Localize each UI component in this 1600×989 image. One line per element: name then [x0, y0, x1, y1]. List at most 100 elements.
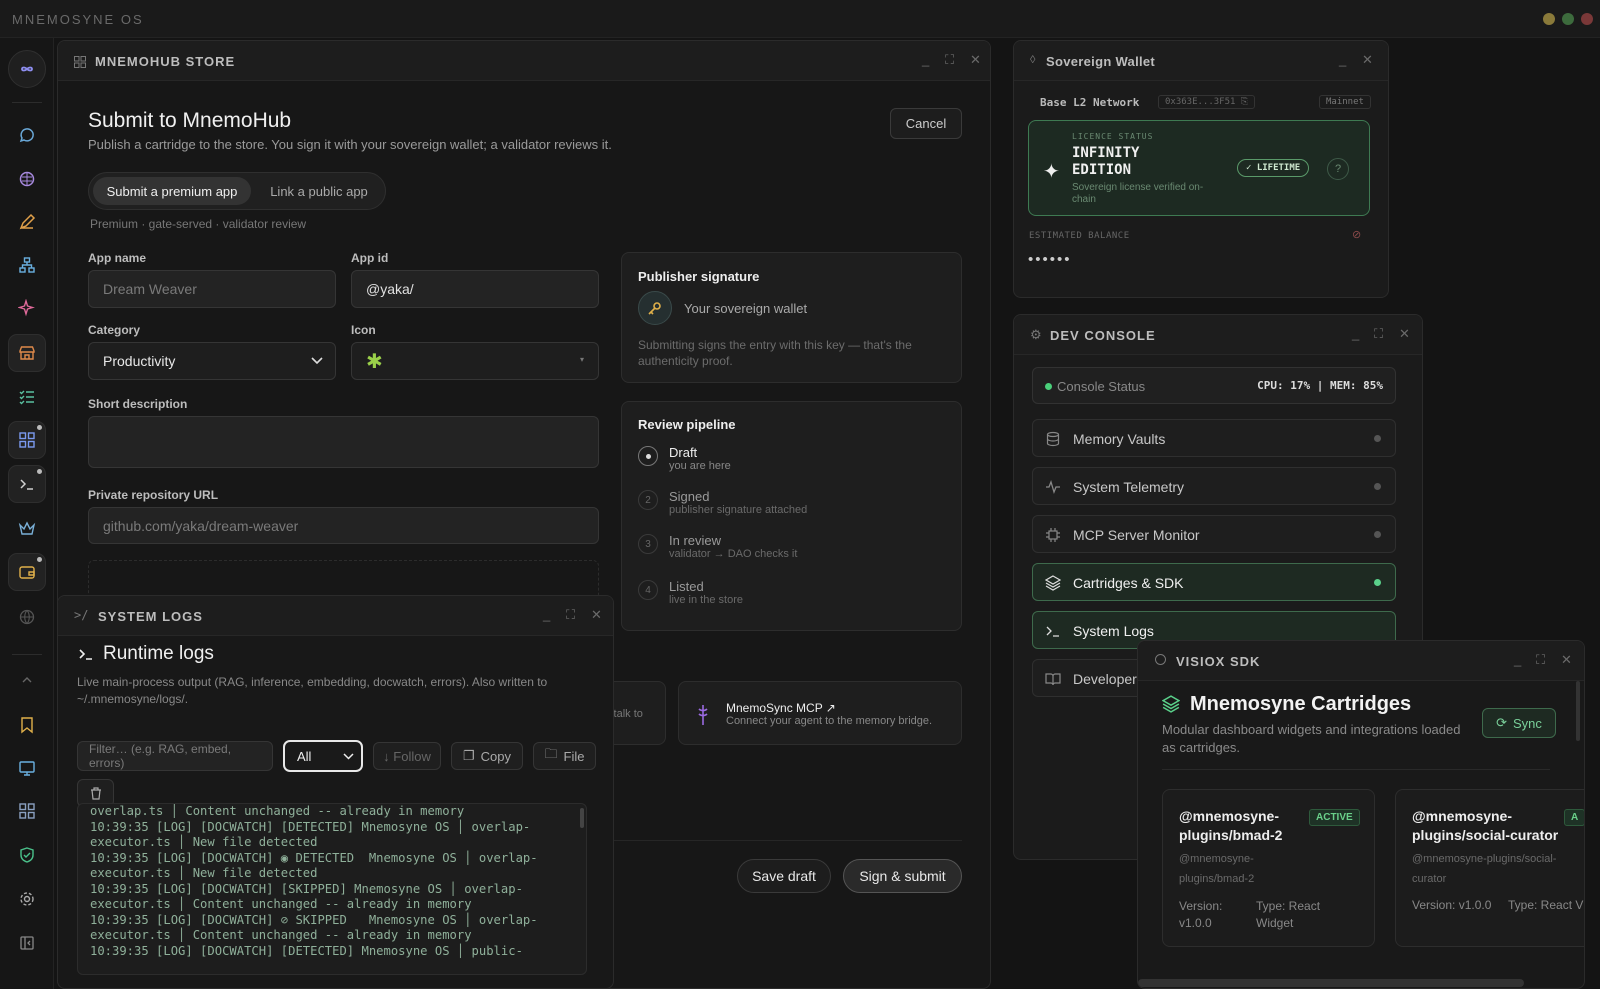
wallet-address[interactable]: 0x363E...3F51 ⎘	[1158, 95, 1256, 109]
cartridge-card[interactable]: @mnemosyne-plugins/bmad-2 ACTIVE @mnemos…	[1162, 789, 1375, 947]
crown-icon[interactable]	[8, 509, 46, 547]
dev-item-mcp-monitor[interactable]: MCP Server Monitor	[1032, 515, 1396, 553]
terminal-icon	[79, 649, 92, 660]
minimize-icon[interactable]: _	[922, 52, 929, 67]
sign-submit-button[interactable]: Sign & submit	[843, 859, 962, 893]
category-value: Productivity	[103, 353, 176, 369]
dev-item-label: Cartridges & SDK	[1073, 575, 1184, 591]
cancel-button[interactable]: Cancel	[890, 108, 962, 139]
hide-balance-icon[interactable]: ⊘	[1352, 228, 1361, 241]
chevron-up-icon[interactable]	[8, 661, 46, 699]
gear-icon[interactable]	[8, 880, 46, 918]
prompt-icon: >/	[74, 608, 89, 622]
book-icon	[1045, 673, 1061, 686]
horizontal-scrollbar[interactable]	[1138, 979, 1524, 987]
pipeline-card: Review pipeline Draft you are here 2 Sig…	[621, 401, 962, 631]
minimize-icon[interactable]: _	[543, 607, 550, 622]
category-select[interactable]: Productivity	[88, 342, 336, 380]
log-output[interactable]: overlap.ts │ Content unchanged -- alread…	[77, 803, 587, 975]
maximize-icon[interactable]: ⛶	[1374, 326, 1383, 342]
tab-public[interactable]: Link a public app	[259, 177, 379, 205]
dev-item-memory-vaults[interactable]: Memory Vaults	[1032, 419, 1396, 457]
cartridge-card[interactable]: @mnemosyne-plugins/social-curator A @mne…	[1395, 789, 1584, 947]
monitor-icon[interactable]	[8, 749, 46, 787]
network-icon[interactable]	[8, 246, 46, 284]
dev-item-cartridges-sdk[interactable]: Cartridges & SDK	[1032, 563, 1396, 601]
mcp-card[interactable]: MnemoSync MCP ↗ Connect your agent to th…	[678, 681, 962, 745]
shield-icon[interactable]	[8, 836, 46, 874]
edition-line-1: INFINITY	[1072, 145, 1140, 161]
dev-item-system-telemetry[interactable]: System Telemetry	[1032, 467, 1396, 505]
checklist-icon[interactable]	[8, 378, 46, 416]
cartridges-description: Modular dashboard widgets and integratio…	[1162, 722, 1461, 755]
sync-button[interactable]: ⟳ Sync	[1482, 708, 1556, 738]
repo-label: Private repository URL	[88, 488, 219, 502]
short-description-input[interactable]	[88, 416, 599, 468]
pen-icon[interactable]	[8, 203, 46, 241]
dev-item-label: System Telemetry	[1073, 479, 1184, 495]
maximize-icon[interactable]: ⛶	[566, 607, 575, 623]
minimize-icon[interactable]: _	[1514, 652, 1521, 667]
close-icon[interactable]: ✕	[1561, 652, 1572, 668]
vertical-scrollbar[interactable]	[1576, 681, 1580, 741]
bookmark-icon[interactable]	[8, 706, 46, 744]
licence-label: LICENCE STATUS	[1072, 132, 1154, 141]
step-1-title: Draft	[669, 445, 698, 460]
app-name-label: App name	[88, 251, 147, 265]
folder-icon: 🗀	[544, 746, 558, 761]
cartridge-type: Type: React V	[1508, 898, 1584, 912]
log-filter-input[interactable]: Filter… (e.g. RAG, embed, errors)	[77, 741, 273, 771]
store-icon[interactable]	[8, 334, 46, 372]
minimize-dot[interactable]	[1543, 13, 1555, 25]
copy-label: Copy	[480, 748, 511, 764]
chevron-down-icon	[343, 753, 354, 760]
maximize-icon[interactable]: ⛶	[1536, 652, 1545, 668]
status-dot	[1374, 531, 1381, 538]
apps-icon[interactable]	[8, 792, 46, 830]
collapse-icon[interactable]	[8, 924, 46, 962]
save-draft-button[interactable]: Save draft	[737, 859, 831, 893]
grid-icon[interactable]	[8, 421, 46, 459]
maximize-dot[interactable]	[1562, 13, 1574, 25]
globe-icon[interactable]	[8, 598, 46, 636]
sparkle-icon[interactable]	[8, 289, 46, 327]
minimize-icon[interactable]: _	[1352, 326, 1359, 341]
mcp-sub: Connect your agent to the memory bridge.	[726, 715, 933, 727]
tab-premium[interactable]: Submit a premium app	[93, 177, 251, 205]
log-level-select[interactable]: All	[283, 740, 363, 772]
bridge-icon	[698, 705, 708, 725]
step-2-title: Signed	[669, 489, 710, 504]
wallet-icon[interactable]	[8, 553, 46, 591]
active-badge: ACTIVE	[1309, 809, 1360, 826]
circle-icon	[1155, 654, 1166, 665]
infinity-icon[interactable]	[8, 50, 46, 88]
icon-select[interactable]: ✱ ▾	[351, 342, 599, 380]
log-line: overlap.ts │ Content unchanged -- alread…	[90, 804, 465, 818]
layers-icon	[1045, 575, 1061, 591]
page-title: Submit to MnemoHub	[88, 109, 292, 132]
licence-note: Sovereign license verified on-chain	[1072, 182, 1204, 205]
chain-badge: Mainnet	[1319, 95, 1371, 109]
step-3-sub: validator → DAO checks it	[669, 548, 798, 560]
app-name-input[interactable]: Dream Weaver	[88, 270, 336, 308]
copy-button[interactable]: ❐ Copy	[451, 742, 523, 770]
app-id-input[interactable]: @yaka/	[351, 270, 599, 308]
log-scrollbar[interactable]	[580, 808, 584, 828]
terminal-icon[interactable]	[8, 465, 46, 503]
brain-icon[interactable]	[8, 160, 46, 198]
close-dot[interactable]	[1581, 13, 1593, 25]
cartridge-version: Version: v1.0.0	[1412, 898, 1492, 912]
close-icon[interactable]: ✕	[1399, 326, 1410, 342]
minimize-icon[interactable]: _	[1339, 52, 1346, 67]
repo-input[interactable]: github.com/yaka/dream-weaver	[88, 507, 599, 544]
close-icon[interactable]: ✕	[591, 607, 602, 623]
lifetime-badge: ✓ LIFETIME	[1237, 159, 1310, 177]
close-icon[interactable]: ✕	[970, 52, 981, 68]
close-icon[interactable]: ✕	[1362, 52, 1373, 68]
chat-icon[interactable]	[8, 117, 46, 155]
dev-item-label: Developer	[1073, 671, 1137, 687]
help-button[interactable]: ?	[1327, 158, 1349, 180]
follow-button[interactable]: ↓ Follow	[373, 742, 441, 770]
file-button[interactable]: 🗀 File	[533, 742, 596, 770]
maximize-icon[interactable]: ⛶	[945, 52, 954, 68]
